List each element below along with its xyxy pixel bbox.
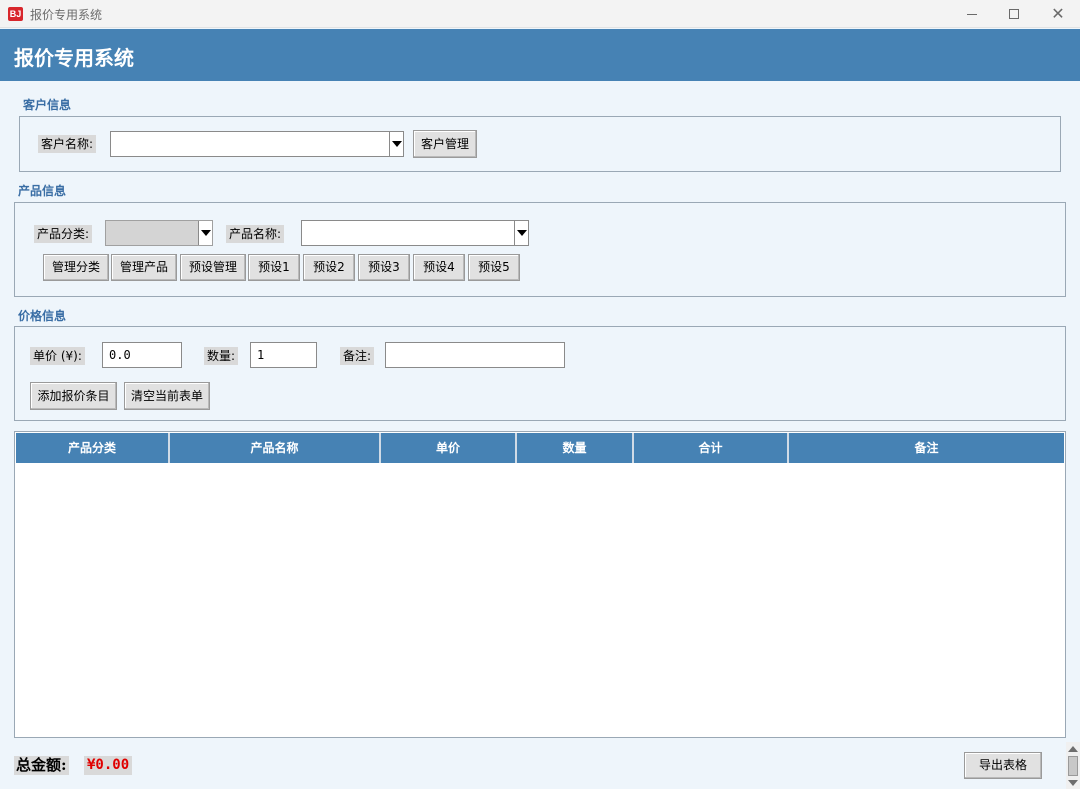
customer-name-label: 客户名称: bbox=[38, 135, 97, 153]
column-header-product-name[interactable]: 产品名称 bbox=[170, 433, 381, 463]
preset-manage-button[interactable]: 预设管理 bbox=[180, 254, 246, 281]
quote-table[interactable]: 产品分类 产品名称 单价 数量 合计 备注 bbox=[14, 431, 1066, 738]
price-group: 单价 (¥): 0.0 数量: 1 备注: 添加报价条目 清空当前表单 bbox=[14, 326, 1066, 421]
note-label: 备注: bbox=[340, 347, 375, 365]
close-icon: ✕ bbox=[1051, 4, 1065, 23]
column-header-category[interactable]: 产品分类 bbox=[16, 433, 170, 463]
customer-name-combo[interactable] bbox=[110, 131, 404, 157]
preset-3-button[interactable]: 预设3 bbox=[358, 254, 410, 281]
product-name-combo[interactable] bbox=[301, 220, 529, 246]
column-header-quantity[interactable]: 数量 bbox=[517, 433, 634, 463]
clear-form-button[interactable]: 清空当前表单 bbox=[124, 382, 210, 410]
quantity-label: 数量: bbox=[204, 347, 239, 365]
window-titlebar: BJ 报价专用系统 ✕ bbox=[0, 0, 1080, 28]
preset-1-button[interactable]: 预设1 bbox=[248, 254, 300, 281]
product-name-label: 产品名称: bbox=[226, 225, 285, 243]
customer-group: 客户名称: 客户管理 bbox=[19, 116, 1061, 172]
product-category-label: 产品分类: bbox=[34, 225, 93, 243]
customer-manage-button[interactable]: 客户管理 bbox=[413, 130, 477, 158]
product-section-label: 产品信息 bbox=[18, 184, 67, 198]
window-scrollbar[interactable] bbox=[1066, 742, 1080, 789]
table-header: 产品分类 产品名称 单价 数量 合计 备注 bbox=[16, 433, 1064, 463]
unit-price-input[interactable]: 0.0 bbox=[102, 342, 182, 368]
column-header-note[interactable]: 备注 bbox=[789, 433, 1064, 463]
chevron-down-icon[interactable] bbox=[389, 132, 403, 156]
maximize-button[interactable] bbox=[992, 0, 1036, 28]
column-header-unit-price[interactable]: 单价 bbox=[381, 433, 517, 463]
customer-section-label: 客户信息 bbox=[23, 98, 72, 112]
window-title: 报价专用系统 bbox=[30, 8, 103, 22]
app-header: 报价专用系统 bbox=[0, 29, 1080, 81]
column-header-subtotal[interactable]: 合计 bbox=[634, 433, 789, 463]
unit-price-label: 单价 (¥): bbox=[30, 347, 85, 365]
manage-product-button[interactable]: 管理产品 bbox=[111, 254, 177, 281]
scroll-down-icon[interactable] bbox=[1067, 777, 1079, 789]
preset-5-button[interactable]: 预设5 bbox=[468, 254, 520, 281]
maximize-icon bbox=[1009, 9, 1019, 19]
close-button[interactable]: ✕ bbox=[1036, 0, 1080, 28]
chevron-down-icon[interactable] bbox=[198, 221, 212, 245]
app-logo-icon: BJ bbox=[8, 7, 23, 21]
price-section-label: 价格信息 bbox=[18, 309, 67, 323]
minimize-icon bbox=[967, 13, 977, 15]
product-category-combo[interactable] bbox=[105, 220, 213, 246]
minimize-button[interactable] bbox=[950, 0, 994, 28]
scrollbar-thumb[interactable] bbox=[1068, 756, 1078, 776]
scroll-up-icon[interactable] bbox=[1067, 743, 1079, 755]
total-amount-label: 总金额: bbox=[14, 756, 69, 775]
preset-4-button[interactable]: 预设4 bbox=[413, 254, 465, 281]
chevron-down-icon[interactable] bbox=[514, 221, 528, 245]
app-header-title: 报价专用系统 bbox=[14, 46, 134, 70]
manage-category-button[interactable]: 管理分类 bbox=[43, 254, 109, 281]
total-amount-value: ¥0.00 bbox=[84, 756, 133, 775]
product-group: 产品分类: 产品名称: 管理分类 管理产品 预设管理 预设1 预设2 预设3 预… bbox=[14, 202, 1066, 297]
add-quote-item-button[interactable]: 添加报价条目 bbox=[30, 382, 117, 410]
note-input[interactable] bbox=[385, 342, 565, 368]
export-table-button[interactable]: 导出表格 bbox=[964, 752, 1042, 779]
preset-2-button[interactable]: 预设2 bbox=[303, 254, 355, 281]
quantity-input[interactable]: 1 bbox=[250, 342, 317, 368]
